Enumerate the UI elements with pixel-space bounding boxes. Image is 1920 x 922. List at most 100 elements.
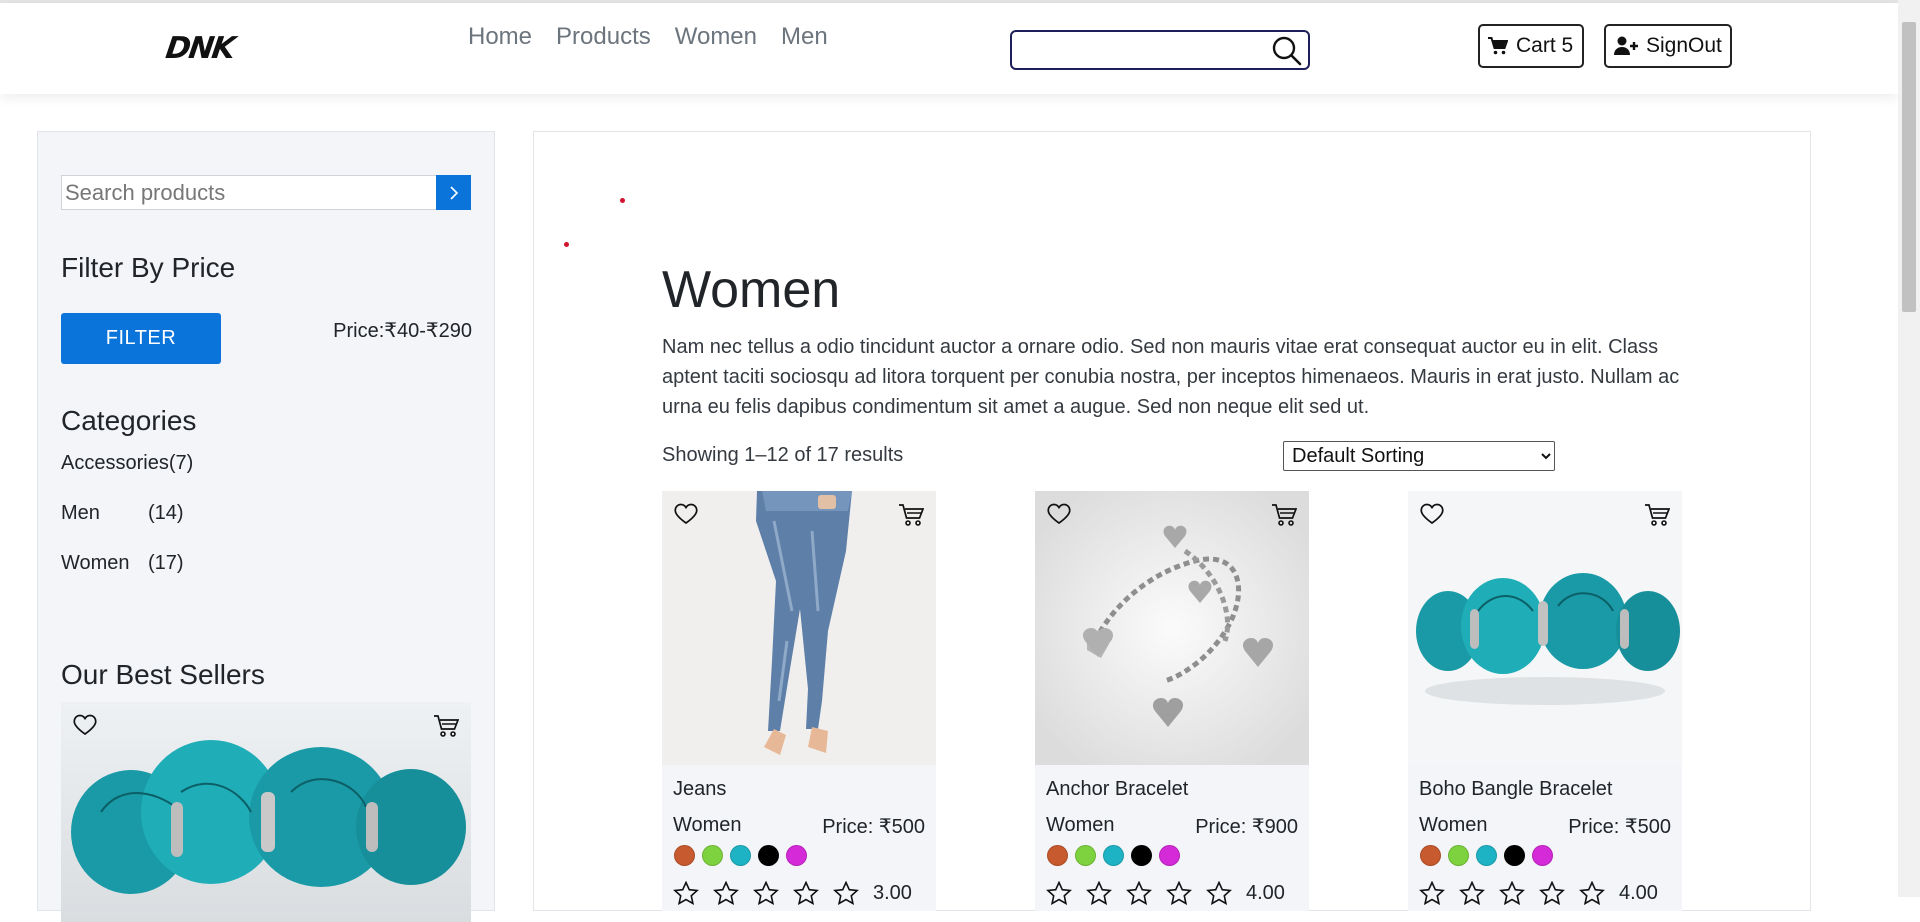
rating-stars: 4.00 (1046, 881, 1285, 905)
anchor-bracelet-product-image (1035, 491, 1309, 765)
heart-icon[interactable] (674, 503, 698, 525)
filter-button[interactable]: FILTER (61, 313, 221, 364)
heart-icon[interactable] (1420, 503, 1444, 525)
product-name[interactable]: Anchor Bracelet (1046, 778, 1188, 801)
rating-value: 3.00 (873, 881, 912, 904)
product-card[interactable]: Jeans Women Price: ₹500 3.00 (662, 491, 936, 911)
category-name: Accessories (61, 452, 169, 474)
product-card[interactable]: Boho Bangle Bracelet Women Price: ₹500 4… (1408, 491, 1682, 911)
chevron-right-icon (449, 185, 458, 200)
star-icon[interactable] (793, 881, 819, 905)
star-icon[interactable] (1499, 881, 1525, 905)
product-price: Price: ₹500 (1568, 816, 1671, 838)
star-icon[interactable] (833, 881, 859, 905)
search-submit-button[interactable] (436, 175, 471, 210)
add-to-cart-icon[interactable] (898, 503, 924, 527)
signout-button[interactable]: SignOut (1604, 24, 1732, 68)
product-image[interactable] (662, 491, 936, 765)
decorative-dot (564, 242, 569, 247)
product-card[interactable]: Anchor Bracelet Women Price: ₹900 4.00 (1035, 491, 1309, 911)
star-icon[interactable] (1206, 881, 1232, 905)
bracelet-product-image (71, 740, 466, 894)
swatch-orange[interactable] (1420, 845, 1441, 866)
color-swatches (1420, 845, 1560, 866)
add-to-cart-icon[interactable] (1271, 503, 1297, 527)
scrollbar-thumb[interactable] (1902, 22, 1916, 312)
swatch-green[interactable] (702, 845, 723, 866)
star-icon[interactable] (713, 881, 739, 905)
swatch-orange[interactable] (674, 845, 695, 866)
star-icon[interactable] (1166, 881, 1192, 905)
main-content: Women Nam nec tellus a odio tincidunt au… (533, 131, 1811, 911)
heart-icon[interactable] (73, 714, 97, 736)
nav-men[interactable]: Men (781, 23, 828, 51)
swatch-orange[interactable] (1047, 845, 1068, 866)
swatch-magenta[interactable] (786, 845, 807, 866)
product-name[interactable]: Jeans (673, 778, 726, 801)
star-icon[interactable] (1539, 881, 1565, 905)
site-logo[interactable]: DNK (164, 31, 236, 66)
swatch-magenta[interactable] (1532, 845, 1553, 866)
product-category: Women (673, 814, 742, 836)
category-accessories[interactable]: Accessories(7) (61, 452, 193, 475)
swatch-teal[interactable] (1476, 845, 1497, 866)
swatch-teal[interactable] (730, 845, 751, 866)
product-search-field[interactable] (61, 175, 437, 210)
star-icon[interactable] (753, 881, 779, 905)
heart-icon[interactable] (1047, 503, 1071, 525)
star-icon[interactable] (673, 881, 699, 905)
rating-stars: 4.00 (1419, 881, 1658, 905)
best-sellers-heading: Our Best Sellers (61, 659, 265, 690)
nav-products[interactable]: Products (556, 23, 651, 51)
star-icon[interactable] (1419, 881, 1445, 905)
search-icon[interactable] (1272, 36, 1302, 66)
star-icon[interactable] (1046, 881, 1072, 905)
swatch-black[interactable] (1131, 845, 1152, 866)
star-icon[interactable] (1459, 881, 1485, 905)
filter-by-price-heading: Filter By Price (61, 252, 236, 283)
nav-women[interactable]: Women (675, 23, 757, 51)
product-image[interactable] (1408, 491, 1682, 765)
swatch-black[interactable] (758, 845, 779, 866)
jeans-product-image (662, 491, 936, 765)
cart-button[interactable]: Cart 5 (1478, 24, 1584, 68)
rating-stars: 3.00 (673, 881, 912, 905)
product-price: Price: ₹900 (1195, 816, 1298, 838)
cart-icon (1488, 37, 1508, 55)
star-icon[interactable] (1086, 881, 1112, 905)
add-to-cart-icon[interactable] (433, 714, 459, 738)
signout-label: SignOut (1646, 34, 1722, 57)
page-scrollbar[interactable] (1898, 0, 1920, 897)
category-count: (7) (168, 452, 194, 474)
category-women[interactable]: Women (17) (61, 552, 184, 575)
swatch-black[interactable] (1504, 845, 1525, 866)
sorting-select[interactable]: Default Sorting (1283, 441, 1555, 471)
category-name: Men (61, 502, 100, 524)
best-seller-card[interactable] (61, 702, 471, 922)
product-image[interactable] (1035, 491, 1309, 765)
swatch-green[interactable] (1075, 845, 1096, 866)
swatch-teal[interactable] (1103, 845, 1124, 866)
swatch-green[interactable] (1448, 845, 1469, 866)
header-search-input[interactable] (1010, 30, 1310, 70)
product-category: Women (1046, 814, 1115, 836)
product-name[interactable]: Boho Bangle Bracelet (1419, 778, 1612, 801)
results-count: Showing 1–12 of 17 results (662, 444, 904, 466)
product-search-input[interactable] (62, 176, 428, 209)
nav-home[interactable]: Home (468, 23, 532, 51)
rating-value: 4.00 (1246, 881, 1285, 904)
star-icon[interactable] (1579, 881, 1605, 905)
main-nav: Home Products Women Men (468, 23, 852, 51)
swatch-magenta[interactable] (1159, 845, 1180, 866)
sidebar: Filter By Price FILTER Price:₹40-₹290 Ca… (37, 131, 495, 922)
user-plus-icon (1614, 36, 1638, 55)
price-range-label: Price:₹40-₹290 (333, 320, 472, 342)
category-men[interactable]: Men (14) (61, 502, 184, 525)
category-count: (14) (148, 502, 184, 524)
add-to-cart-icon[interactable] (1644, 503, 1670, 527)
star-icon[interactable] (1126, 881, 1152, 905)
rating-value: 4.00 (1619, 881, 1658, 904)
category-description: Nam nec tellus a odio tincidunt auctor a… (662, 336, 1680, 418)
category-count: (17) (148, 552, 184, 574)
product-price: Price: ₹500 (822, 816, 925, 838)
